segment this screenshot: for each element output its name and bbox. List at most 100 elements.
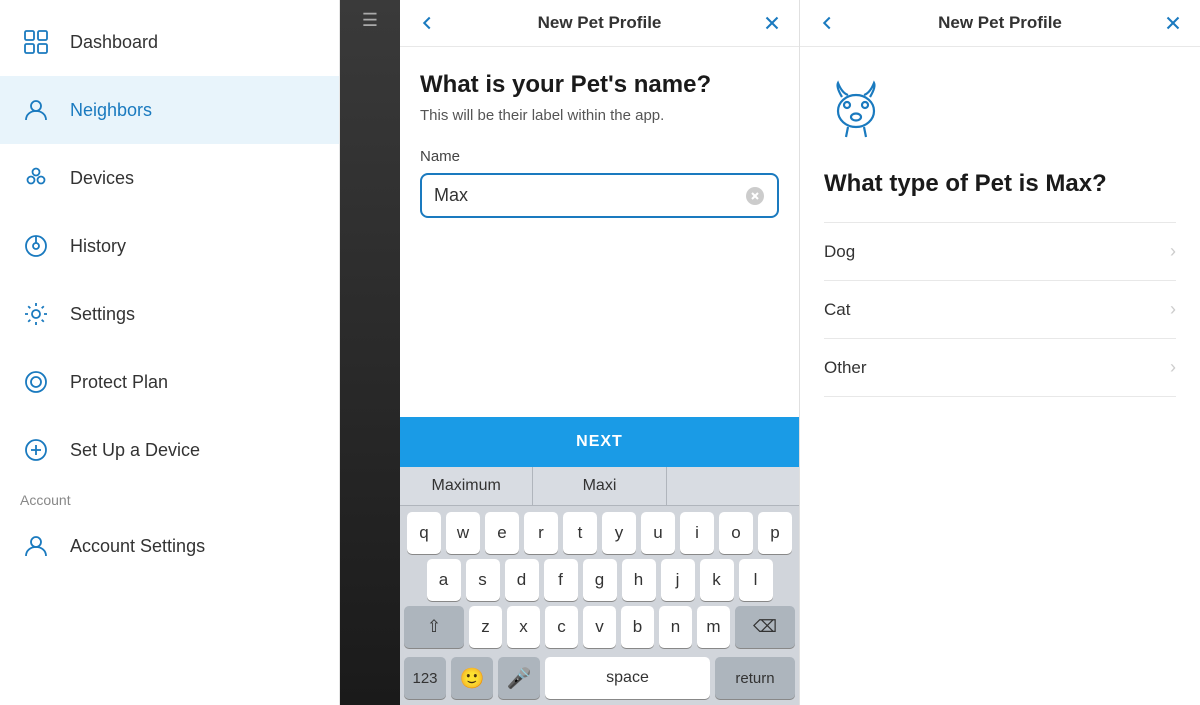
sidebar-item-dashboard-label: Dashboard: [70, 32, 158, 53]
pet-type-dog-label: Dog: [824, 242, 855, 262]
keyboard-bottom-row: 123 🙂 🎤 space return: [400, 657, 799, 705]
sidebar-item-protect-plan-label: Protect Plan: [70, 372, 168, 393]
key-row-3: ⇧ z x c v b n m ⌫: [404, 606, 795, 648]
sidebar-item-history[interactable]: History: [0, 212, 339, 280]
key-s[interactable]: s: [466, 559, 500, 601]
key-b[interactable]: b: [621, 606, 654, 648]
setup-device-icon: [20, 434, 52, 466]
autocomplete-maximum[interactable]: Maximum: [400, 467, 533, 505]
sidebar-item-dashboard[interactable]: Dashboard: [0, 8, 339, 76]
modal-left-header: New Pet Profile: [400, 0, 799, 47]
key-h[interactable]: h: [622, 559, 656, 601]
key-p[interactable]: p: [758, 512, 792, 554]
key-backspace[interactable]: ⌫: [735, 606, 795, 648]
key-a[interactable]: a: [427, 559, 461, 601]
key-y[interactable]: y: [602, 512, 636, 554]
key-j[interactable]: j: [661, 559, 695, 601]
key-t[interactable]: t: [563, 512, 597, 554]
key-l[interactable]: l: [739, 559, 773, 601]
cat-chevron-icon: ›: [1170, 299, 1176, 320]
key-w[interactable]: w: [446, 512, 480, 554]
key-i[interactable]: i: [680, 512, 714, 554]
modal-right: New Pet Profile: [800, 0, 1200, 705]
next-button[interactable]: NEXT: [400, 417, 799, 467]
protect-plan-icon: [20, 366, 52, 398]
sidebar-item-neighbors[interactable]: Neighbors: [0, 76, 339, 144]
pet-type-cat-label: Cat: [824, 300, 850, 320]
settings-icon: [20, 298, 52, 330]
modal-left-title: New Pet Profile: [538, 13, 662, 33]
modal-right-title: New Pet Profile: [938, 13, 1062, 33]
key-mic[interactable]: 🎤: [498, 657, 540, 699]
sidebar-item-settings[interactable]: Settings: [0, 280, 339, 348]
pet-type-other[interactable]: Other ›: [824, 338, 1176, 397]
name-input-wrapper: [420, 173, 779, 218]
key-z[interactable]: z: [469, 606, 502, 648]
keyboard-area: Maximum Maxi q w e r t y u i o p: [400, 467, 799, 705]
key-return[interactable]: return: [715, 657, 795, 699]
autocomplete-row: Maximum Maxi: [400, 467, 799, 506]
key-shift[interactable]: ⇧: [404, 606, 464, 648]
sidebar-item-neighbors-label: Neighbors: [70, 100, 152, 121]
modal-left-close-button[interactable]: [761, 12, 783, 34]
modal-left: New Pet Profile What is your Pet's name?…: [400, 0, 800, 705]
key-row-2: a s d f g h j k l: [404, 559, 795, 601]
devices-icon: [20, 162, 52, 194]
key-numbers[interactable]: 123: [404, 657, 446, 699]
key-g[interactable]: g: [583, 559, 617, 601]
key-r[interactable]: r: [524, 512, 558, 554]
account-settings-icon: [20, 530, 52, 562]
key-row-1: q w e r t y u i o p: [404, 512, 795, 554]
sidebar-item-setup-device-label: Set Up a Device: [70, 440, 200, 461]
key-x[interactable]: x: [507, 606, 540, 648]
pet-name-subtext: This will be their label within the app.: [420, 107, 779, 124]
sidebar-item-protect-plan[interactable]: Protect Plan: [0, 348, 339, 416]
neighbors-icon: [20, 94, 52, 126]
key-f[interactable]: f: [544, 559, 578, 601]
sidebar-item-devices-label: Devices: [70, 168, 134, 189]
key-emoji[interactable]: 🙂: [451, 657, 493, 699]
history-icon: [20, 230, 52, 262]
pet-dog-icon: [824, 77, 1176, 154]
sidebar: Dashboard Neighbors Devices: [0, 0, 340, 705]
keyboard-rows: q w e r t y u i o p a s d f g h: [400, 506, 799, 657]
key-e[interactable]: e: [485, 512, 519, 554]
bg-panel: ☰: [340, 0, 400, 705]
sidebar-item-settings-label: Settings: [70, 304, 135, 325]
pet-type-list: Dog › Cat › Other ›: [824, 222, 1176, 397]
sidebar-item-setup-device[interactable]: Set Up a Device: [0, 416, 339, 484]
sidebar-item-account-settings-label: Account Settings: [70, 536, 205, 557]
key-v[interactable]: v: [583, 606, 616, 648]
key-k[interactable]: k: [700, 559, 734, 601]
autocomplete-empty: [667, 467, 799, 505]
clear-input-button[interactable]: [745, 186, 765, 206]
sidebar-item-account-settings[interactable]: Account Settings: [0, 512, 339, 580]
key-q[interactable]: q: [407, 512, 441, 554]
modal-right-back-button[interactable]: [816, 12, 838, 34]
pet-type-dog[interactable]: Dog ›: [824, 222, 1176, 280]
name-input[interactable]: [434, 185, 745, 206]
dashboard-icon: [20, 26, 52, 58]
other-chevron-icon: ›: [1170, 357, 1176, 378]
modal-left-body: What is your Pet's name? This will be th…: [400, 47, 799, 417]
pet-type-body: What type of Pet is Max? Dog › Cat › Oth…: [800, 47, 1200, 705]
key-d[interactable]: d: [505, 559, 539, 601]
hamburger-icon[interactable]: ☰: [362, 10, 378, 31]
pet-type-other-label: Other: [824, 358, 867, 378]
key-space[interactable]: space: [545, 657, 710, 699]
sidebar-item-history-label: History: [70, 236, 126, 257]
key-u[interactable]: u: [641, 512, 675, 554]
autocomplete-maxi[interactable]: Maxi: [533, 467, 666, 505]
modal-right-header: New Pet Profile: [800, 0, 1200, 47]
key-m[interactable]: m: [697, 606, 730, 648]
pet-type-cat[interactable]: Cat ›: [824, 280, 1176, 338]
modal-left-back-button[interactable]: [416, 12, 438, 34]
key-n[interactable]: n: [659, 606, 692, 648]
name-label: Name: [420, 148, 779, 165]
key-c[interactable]: c: [545, 606, 578, 648]
key-o[interactable]: o: [719, 512, 753, 554]
sidebar-item-devices[interactable]: Devices: [0, 144, 339, 212]
bg-panel-inner: ☰: [340, 0, 400, 705]
modal-right-close-button[interactable]: [1162, 12, 1184, 34]
account-section-label: Account: [0, 484, 339, 512]
